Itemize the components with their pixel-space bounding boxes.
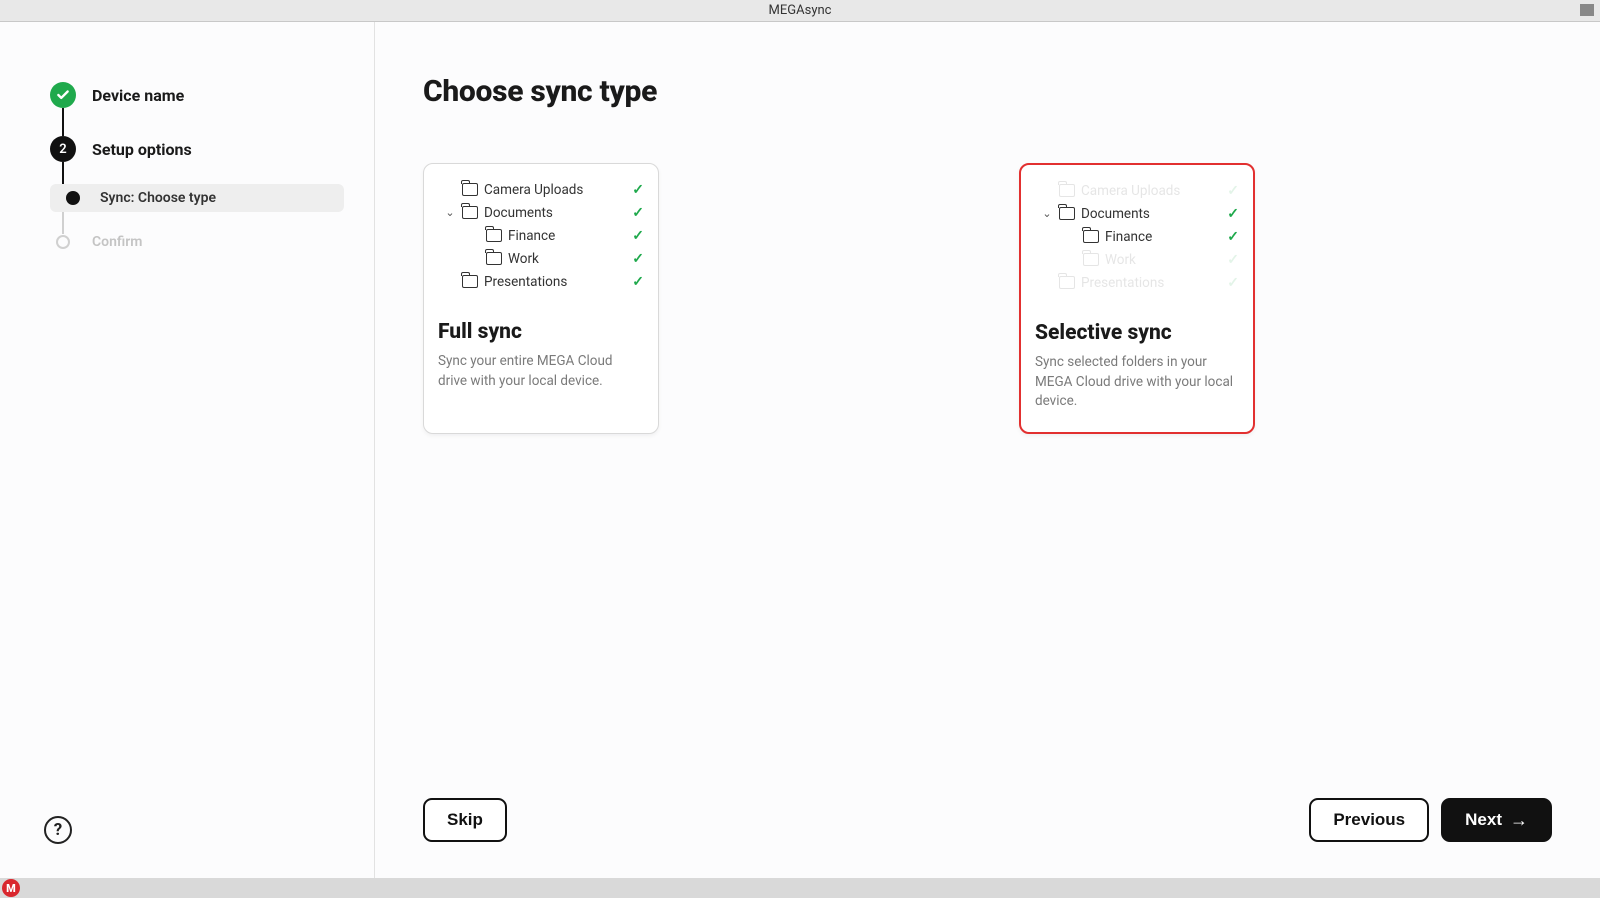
next-button-label: Next [1465,810,1502,830]
checkmark-icon: ✓ [1227,252,1239,268]
tree-label: Documents [484,205,626,221]
folder-icon [462,183,478,196]
selective-sync-card[interactable]: Camera Uploads ✓ ⌄ Documents ✓ Finance ✓ [1019,163,1255,434]
checkmark-icon: ✓ [1227,206,1239,222]
tree-row: Camera Uploads ✓ [438,178,644,201]
step-label: Device name [92,86,184,105]
help-button[interactable]: ? [44,816,72,844]
checkmark-icon: ✓ [632,274,644,290]
tree-label: Presentations [1081,275,1221,291]
previous-button[interactable]: Previous [1309,798,1429,842]
substep-dot-icon [56,235,70,249]
tree-label: Camera Uploads [484,182,626,198]
folder-icon [486,252,502,265]
checkmark-icon: ✓ [632,205,644,221]
window-titlebar: MEGAsync [0,0,1600,22]
tree-row: ⌄ Documents ✓ [1035,202,1239,225]
tree-row: Work ✓ [1035,248,1239,271]
checkmark-icon: ✓ [632,182,644,198]
step-connector [62,212,64,234]
chevron-down-icon: ⌄ [1041,207,1053,220]
step-setup-options[interactable]: 2 Setup options [50,136,344,162]
arrow-right-icon: → [1510,810,1528,831]
tree-row: Work ✓ [438,247,644,270]
wizard-footer: Skip Previous Next → [423,798,1552,842]
tree-label: Work [508,251,626,267]
chevron-down-icon: ⌄ [444,206,456,219]
checkmark-icon: ✓ [1227,183,1239,199]
card-description: Sync your entire MEGA Cloud drive with y… [438,352,644,391]
tree-row: Finance ✓ [438,224,644,247]
tree-label: Camera Uploads [1081,183,1221,199]
full-sync-card[interactable]: Camera Uploads ✓ ⌄ Documents ✓ Finance ✓ [423,163,659,434]
substep-confirm: Confirm [50,234,344,250]
skip-button[interactable]: Skip [423,798,507,842]
substep-dot-icon [66,191,80,205]
step-label: Setup options [92,140,192,159]
substep-label: Sync: Choose type [100,190,216,206]
card-title: Selective sync [1035,321,1239,345]
folder-icon [462,206,478,219]
tree-row: Finance ✓ [1035,225,1239,248]
tree-label: Work [1105,252,1221,268]
os-taskbar[interactable]: M [0,878,1600,898]
substep-choose-type[interactable]: Sync: Choose type [50,184,344,212]
sync-type-options: Camera Uploads ✓ ⌄ Documents ✓ Finance ✓ [423,163,1552,434]
folder-icon [462,275,478,288]
setup-stepper-sidebar: Device name 2 Setup options Sync: Choose… [0,22,375,878]
question-icon: ? [54,820,62,840]
folder-icon [1059,207,1075,220]
app-body: Device name 2 Setup options Sync: Choose… [0,22,1600,878]
checkmark-icon: ✓ [632,228,644,244]
tree-row: Presentations ✓ [1035,271,1239,294]
folder-icon [1059,276,1075,289]
substep-label: Confirm [92,234,142,250]
checkmark-icon: ✓ [1227,229,1239,245]
step-connector [62,108,64,136]
folder-icon [486,229,502,242]
checkmark-icon: ✓ [632,251,644,267]
tree-row: Camera Uploads ✓ [1035,179,1239,202]
checkmark-icon: ✓ [1227,275,1239,291]
main-content: Choose sync type Camera Uploads ✓ ⌄ Docu… [375,22,1600,878]
page-title: Choose sync type [423,74,1552,109]
folder-icon [1083,230,1099,243]
full-sync-tree-preview: Camera Uploads ✓ ⌄ Documents ✓ Finance ✓ [438,178,644,298]
tree-row: ⌄ Documents ✓ [438,201,644,224]
window-maximize-button[interactable] [1580,4,1594,16]
tree-label: Presentations [484,274,626,290]
tree-label: Finance [1105,229,1221,245]
mega-taskbar-icon[interactable]: M [2,879,20,897]
window-title: MEGAsync [769,3,832,18]
card-title: Full sync [438,320,644,344]
step-number-badge: 2 [50,136,76,162]
step-device-name[interactable]: Device name [50,82,344,108]
selective-sync-tree-preview: Camera Uploads ✓ ⌄ Documents ✓ Finance ✓ [1035,179,1239,299]
tree-row: Presentations ✓ [438,270,644,293]
tree-label: Finance [508,228,626,244]
card-description: Sync selected folders in your MEGA Cloud… [1035,353,1239,412]
step-connector [62,162,64,184]
folder-icon [1083,253,1099,266]
checkmark-icon [50,82,76,108]
next-button[interactable]: Next → [1441,798,1552,842]
folder-icon [1059,184,1075,197]
tree-label: Documents [1081,206,1221,222]
